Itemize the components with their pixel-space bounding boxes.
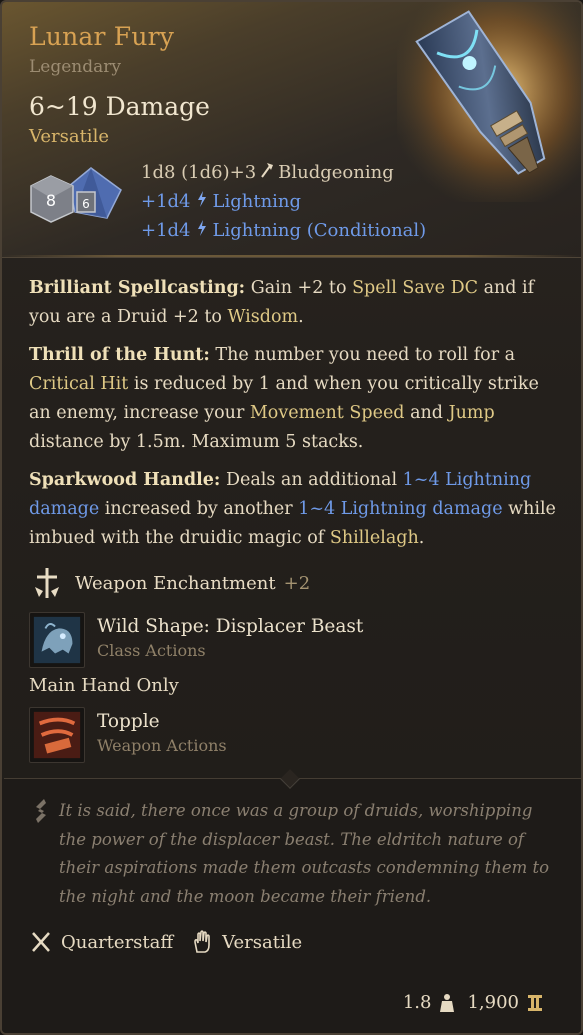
base-damage-dice: 1d8 (1d6)+3 bbox=[141, 162, 257, 183]
property-label: Quarterstaff bbox=[61, 931, 174, 953]
action-title: Topple bbox=[97, 711, 160, 732]
bonus-damage-line-1: +1d4 Lightning bbox=[141, 191, 301, 212]
keyword-link[interactable]: Wisdom bbox=[228, 307, 299, 327]
lightning-icon bbox=[194, 191, 210, 212]
mace-icon bbox=[259, 162, 275, 183]
gold-coin-icon bbox=[528, 994, 542, 1011]
property-label: Versatile bbox=[222, 931, 303, 953]
weight-value: 1.8 bbox=[402, 992, 432, 1013]
enchantment-label: Weapon Enchantment bbox=[75, 572, 276, 594]
weapon-properties: Quarterstaff Versatile bbox=[30, 930, 302, 954]
action-category: Class Actions bbox=[97, 641, 206, 660]
bonus-damage-line-2: +1d4 Lightning (Conditional) bbox=[141, 220, 426, 241]
passive-thrill-of-the-hunt: Thrill of the Hunt: The number you need … bbox=[29, 345, 539, 452]
svg-text:8: 8 bbox=[46, 191, 56, 210]
item-tooltip: Lunar Fury Legendary 6~19 Damage Versati… bbox=[0, 0, 583, 1035]
svg-text:6: 6 bbox=[82, 197, 90, 211]
damage-range: 6~19 Damage bbox=[29, 92, 210, 121]
bonus-damage-type-2: Lightning (Conditional) bbox=[212, 220, 427, 241]
topple-icon bbox=[29, 707, 85, 763]
item-stats: 1.8 1,900 bbox=[403, 992, 555, 1013]
keyword-link[interactable]: Movement Speed bbox=[250, 403, 405, 423]
bonus-damage-dice-1: +1d4 bbox=[141, 191, 191, 212]
main-hand-only-label: Main Hand Only bbox=[29, 675, 179, 696]
keyword-link[interactable]: Spell Save DC bbox=[352, 278, 478, 298]
gold-value: 1,900 bbox=[467, 992, 519, 1013]
keyword-link[interactable]: 1~4 Lightning damage bbox=[298, 499, 502, 519]
passive-brilliant-spellcasting: Brilliant Spellcasting: Gain +2 to Spell… bbox=[29, 278, 535, 327]
item-name: Lunar Fury bbox=[29, 22, 175, 51]
bonus-damage-dice-2: +1d4 bbox=[141, 220, 191, 241]
action-wild-shape[interactable]: Wild Shape: Displacer Beast Class Action… bbox=[29, 612, 363, 668]
enchantment-bonus: +2 bbox=[283, 572, 311, 594]
base-damage-type: Bludgeoning bbox=[278, 162, 394, 183]
weapon-image bbox=[397, 2, 581, 202]
lore-quote-icon bbox=[36, 799, 46, 823]
weapon-enchantment: Weapon Enchantment +2 bbox=[29, 565, 310, 601]
sword-enchant-icon bbox=[35, 568, 59, 598]
action-topple[interactable]: Topple Weapon Actions bbox=[29, 707, 227, 763]
hand-icon bbox=[194, 930, 210, 953]
item-rarity: Legendary bbox=[29, 57, 121, 77]
dice-icon: 8 6 bbox=[30, 167, 122, 223]
passive-sparkwood-handle: Sparkwood Handle: Deals an additional 1~… bbox=[29, 470, 556, 548]
keyword-link[interactable]: Critical Hit bbox=[29, 374, 128, 394]
action-category: Weapon Actions bbox=[97, 736, 227, 755]
weapon-tag: Versatile bbox=[29, 126, 109, 147]
weight-icon bbox=[440, 993, 455, 1012]
displacer-beast-icon bbox=[29, 612, 85, 668]
crossed-staffs-icon bbox=[32, 932, 50, 952]
keyword-link[interactable]: Jump bbox=[449, 403, 495, 423]
lore-text: It is said, there once was a group of dr… bbox=[59, 801, 550, 906]
bonus-damage-type-1: Lightning bbox=[212, 191, 302, 212]
passive-list: Brilliant Spellcasting: Gain +2 to Spell… bbox=[29, 274, 559, 562]
action-title: Wild Shape: Displacer Beast bbox=[97, 616, 364, 637]
tooltip-header: Lunar Fury Legendary 6~19 Damage Versati… bbox=[2, 2, 581, 258]
base-damage-line: 1d8 (1d6)+3 Bludgeoning bbox=[141, 162, 394, 183]
lightning-icon bbox=[194, 220, 210, 241]
keyword-link[interactable]: Shillelagh bbox=[330, 528, 419, 548]
